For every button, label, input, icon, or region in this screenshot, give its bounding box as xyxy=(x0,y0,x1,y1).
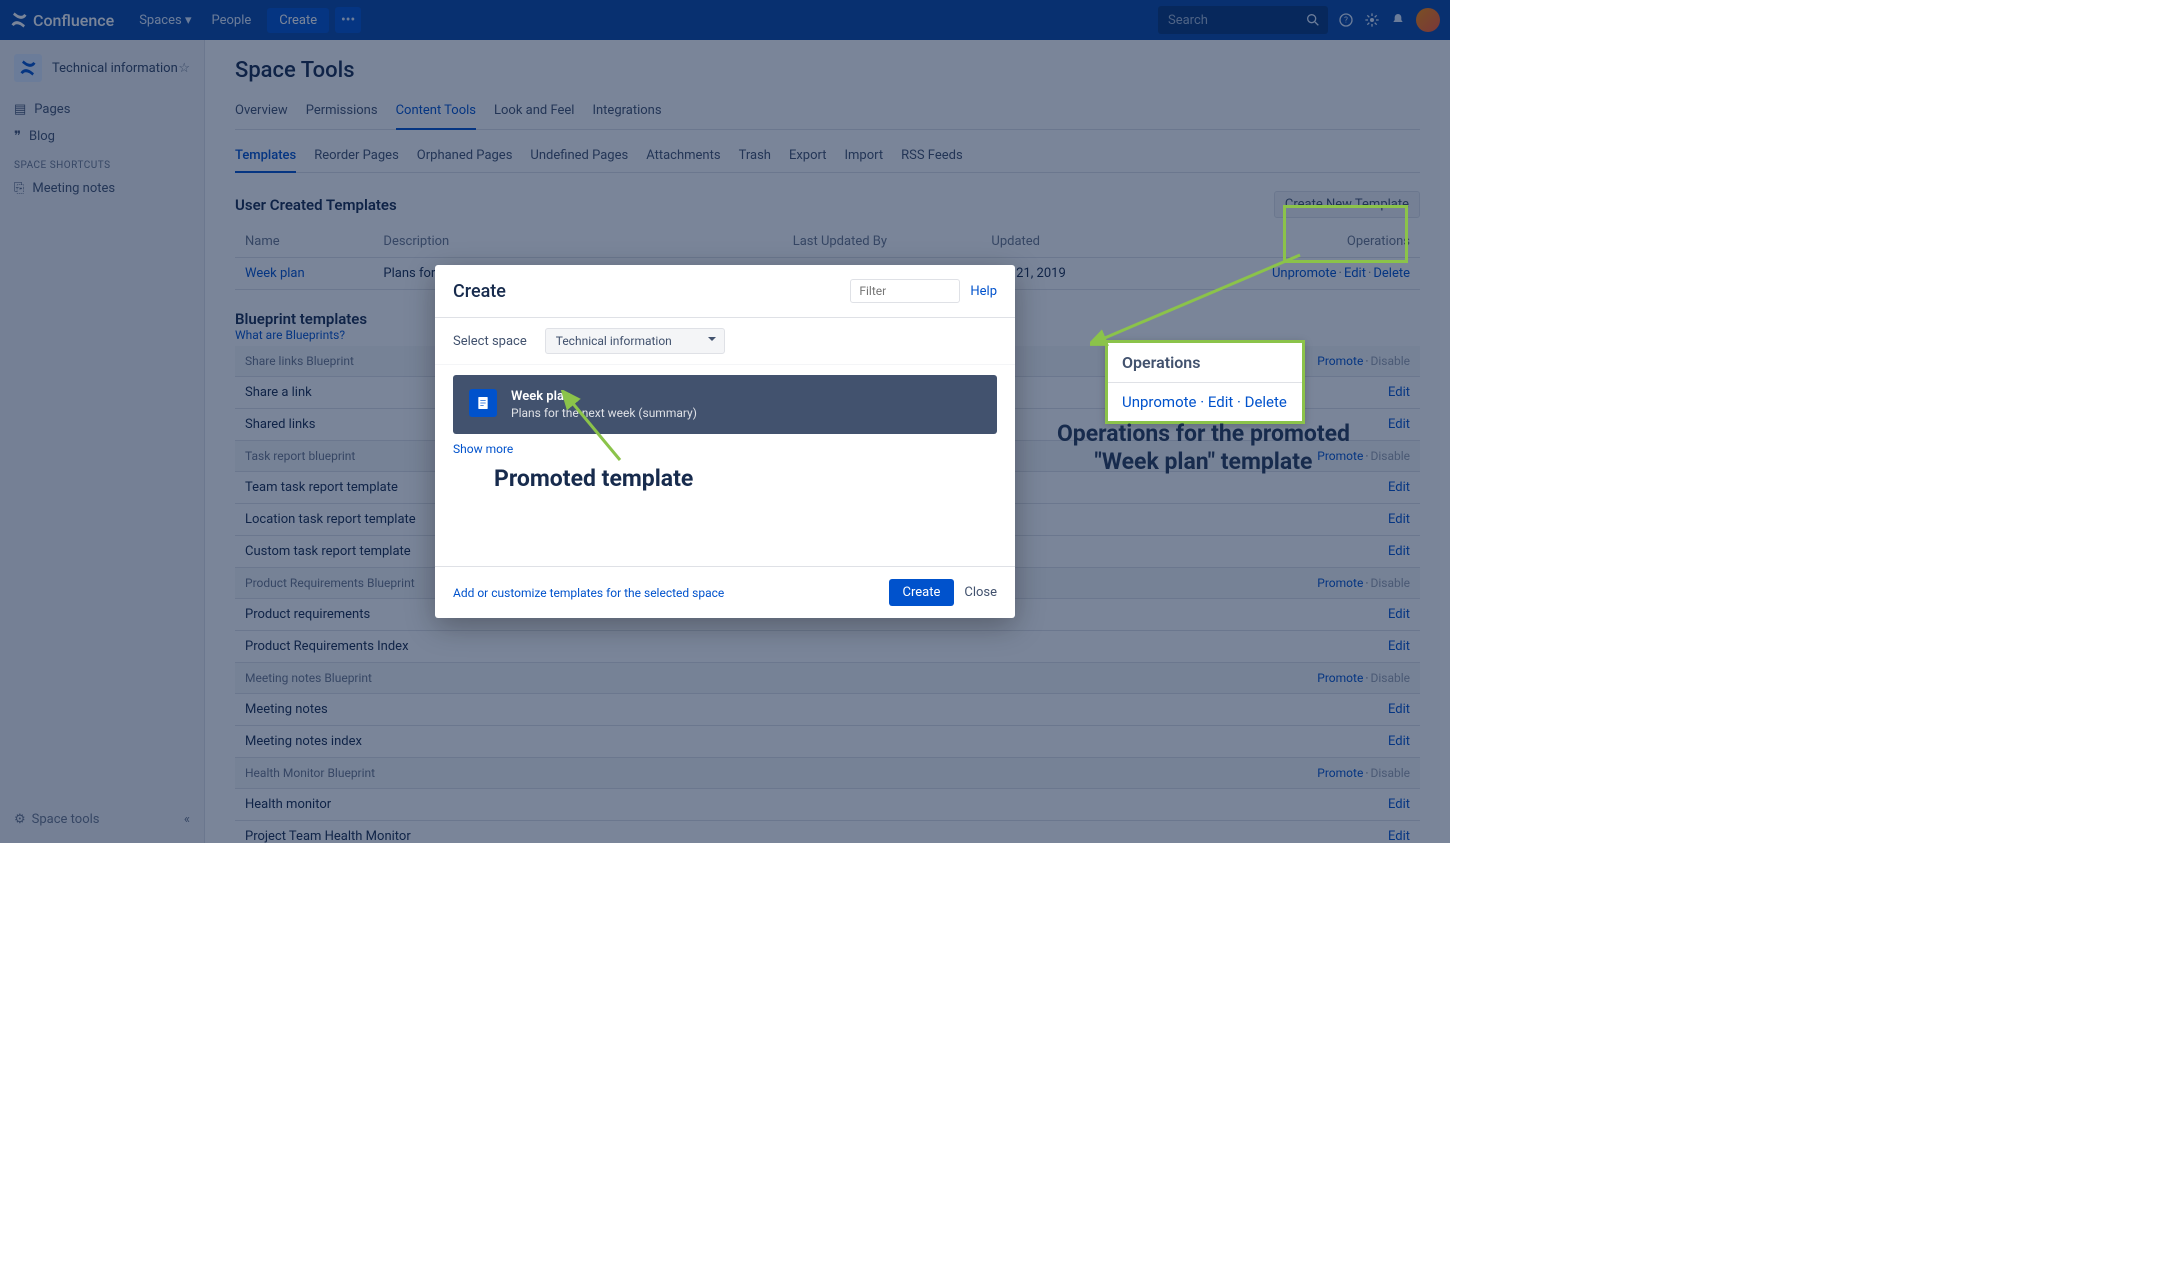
modal-close-button[interactable]: Close xyxy=(964,585,997,600)
select-space-label: Select space xyxy=(453,334,527,349)
annotation-ops-callout: Operations Unpromote · Edit · Delete xyxy=(1105,340,1305,424)
promoted-template-card[interactable]: Week plan Plans for the next week (summa… xyxy=(453,375,997,434)
modal-title: Create xyxy=(453,281,850,302)
annotation-caption-2: "Week plan" template xyxy=(1057,448,1350,476)
document-icon xyxy=(469,389,497,417)
modal-create-button[interactable]: Create xyxy=(889,579,955,606)
modal-help-link[interactable]: Help xyxy=(970,284,997,299)
annotation-ops-highlight xyxy=(1283,205,1408,263)
filter-input[interactable] xyxy=(850,279,960,303)
create-modal: Create Help Select space Technical infor… xyxy=(435,265,1015,618)
template-name: Week plan xyxy=(511,389,697,404)
space-select[interactable]: Technical information xyxy=(545,328,725,354)
customize-templates-link[interactable]: Add or customize templates for the selec… xyxy=(453,586,724,600)
annotation-ops-title: Operations xyxy=(1108,343,1302,383)
annotation-ops-links: Unpromote · Edit · Delete xyxy=(1108,383,1302,421)
show-more-link[interactable]: Show more xyxy=(453,434,997,460)
annotation-caption-1: Operations for the promoted xyxy=(1057,420,1350,448)
template-desc: Plans for the next week (summary) xyxy=(511,406,697,420)
annotation-promoted-label: Promoted template xyxy=(494,465,693,492)
